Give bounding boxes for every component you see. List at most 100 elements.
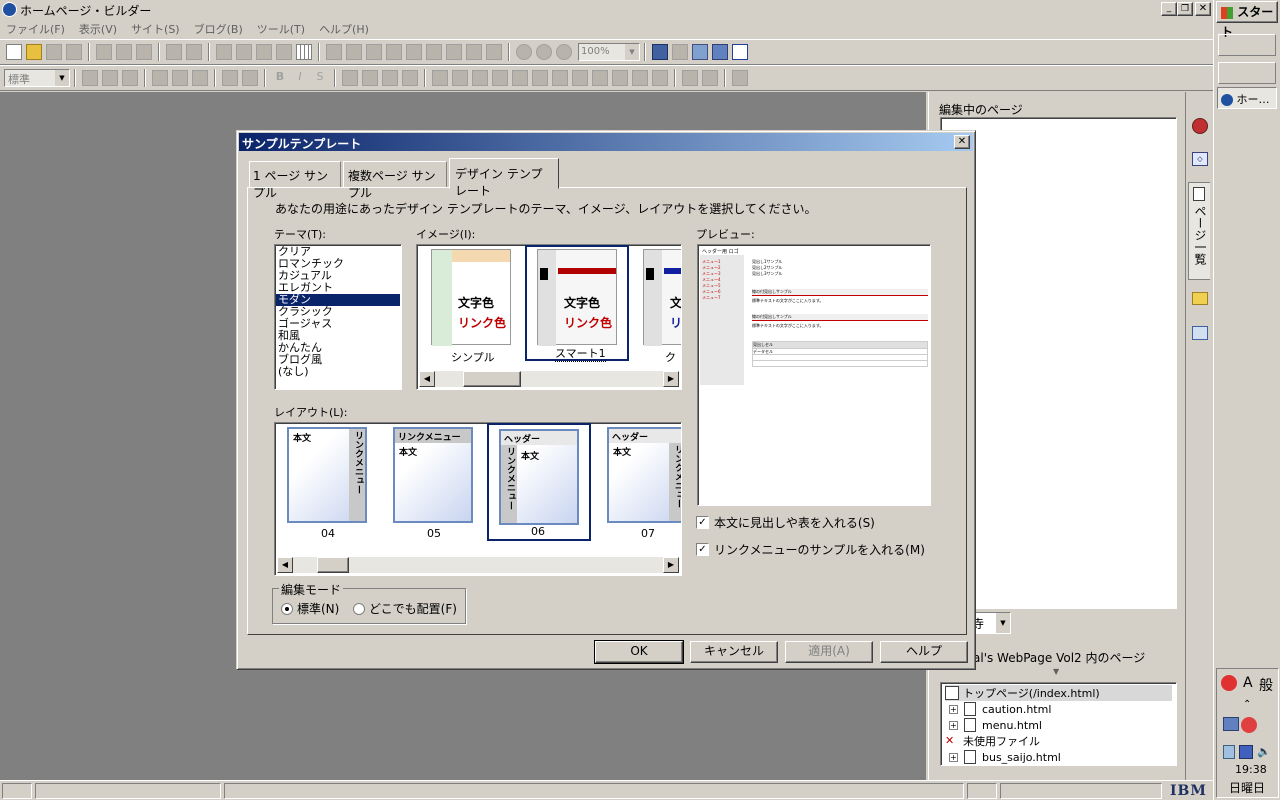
image-item-smart1[interactable]: 文字色 リンク色 スマート1	[525, 245, 629, 362]
layout-item-04[interactable]: 本文 リンクメニュー 04	[285, 427, 375, 541]
menu-file[interactable]: ファイル(F)	[6, 21, 65, 37]
anchor-icon[interactable]	[446, 44, 462, 60]
tree-item[interactable]: + bus_saijo.html	[945, 749, 1172, 765]
anywhere-mode-option[interactable]: どこでも配置(F)	[353, 600, 457, 617]
clipboard-icon[interactable]	[1223, 745, 1235, 759]
table-icon[interactable]	[386, 44, 402, 60]
help-button[interactable]: ヘルプ	[880, 641, 968, 663]
row-insert-icon[interactable]	[612, 70, 628, 86]
layout-item-05[interactable]: リンクメニュー 本文 05	[391, 427, 481, 541]
cell-bottom-icon[interactable]	[572, 70, 588, 86]
cut-icon[interactable]	[96, 44, 112, 60]
collapse-arrow-icon[interactable]: ▼	[1053, 667, 1059, 676]
list-icon[interactable]	[192, 70, 208, 86]
paste-icon[interactable]	[136, 44, 152, 60]
standard-mode-label[interactable]: 標準(N)	[297, 600, 339, 617]
dialog-title-bar[interactable]: サンプルテンプレート ✕	[239, 133, 973, 151]
headings-table-label[interactable]: 本文に見出しや表を入れる(S)	[714, 514, 875, 531]
table-col-icon[interactable]	[452, 70, 468, 86]
col-insert-icon[interactable]	[632, 70, 648, 86]
tab-multi-page-sample[interactable]: 複数ページ サンプル	[343, 161, 447, 200]
browser-icon[interactable]	[712, 44, 728, 60]
open-folder-icon[interactable]	[26, 44, 42, 60]
tree-item[interactable]: + caution.html	[945, 701, 1172, 717]
new-page-icon[interactable]	[6, 44, 22, 60]
table-split-icon[interactable]	[492, 70, 508, 86]
bullet-icon[interactable]	[222, 70, 238, 86]
clock-time[interactable]: 19:38	[1235, 763, 1267, 776]
headings-table-checkbox-row[interactable]: ✓ 本文に見出しや表を入れる(S)	[696, 514, 875, 531]
theme-list[interactable]: クリア ロマンチック カジュアル エレガント モダン クラシック ゴージャス 和…	[274, 244, 402, 390]
link-icon[interactable]	[216, 44, 232, 60]
undo-icon[interactable]	[166, 44, 182, 60]
scroll-left-icon[interactable]: ◀	[419, 371, 435, 387]
site-tree[interactable]: トップページ(/index.html) + caution.html + men…	[940, 682, 1177, 766]
indent-icon[interactable]	[152, 70, 168, 86]
image-icon[interactable]	[236, 44, 252, 60]
minimize-button[interactable]: _	[1161, 2, 1177, 16]
scroll-right-icon[interactable]: ▶	[663, 371, 679, 387]
ime-mode[interactable]: 般	[1259, 675, 1273, 695]
layer-front-icon[interactable]	[682, 70, 698, 86]
link-menu-label[interactable]: リンクメニューのサンプルを入れる(M)	[714, 541, 925, 558]
clock-day[interactable]: 日曜日	[1229, 779, 1265, 796]
menu-tools[interactable]: ツール(T)	[257, 21, 305, 37]
form-icon[interactable]	[406, 44, 422, 60]
insert-icon[interactable]	[256, 44, 272, 60]
italic-icon[interactable]: I	[292, 70, 308, 86]
align-center-icon[interactable]	[102, 70, 118, 86]
tree-item-top[interactable]: トップページ(/index.html)	[945, 685, 1172, 701]
layout-item-06[interactable]: ヘッダー リンクメニュー 本文 06	[487, 423, 591, 541]
link-menu-checkbox[interactable]: ✓	[696, 543, 709, 556]
panel-icon[interactable]	[732, 44, 748, 60]
security-icon[interactable]	[1241, 717, 1257, 733]
align-right-icon[interactable]	[122, 70, 138, 86]
restore-button[interactable]: ❐	[1177, 2, 1193, 16]
edit-icon[interactable]	[326, 44, 342, 60]
menu-blog[interactable]: ブログ(B)	[194, 21, 243, 37]
folder-icon[interactable]	[1192, 292, 1208, 305]
font-smaller-icon[interactable]	[362, 70, 378, 86]
preview-icon[interactable]	[692, 44, 708, 60]
align-left-icon[interactable]	[82, 70, 98, 86]
clear-format-icon[interactable]	[402, 70, 418, 86]
zoom-in-icon[interactable]	[516, 44, 532, 60]
tab-design-template[interactable]: デザイン テンプレート	[449, 158, 559, 198]
theme-option[interactable]: (なし)	[276, 366, 400, 378]
tab-one-page-sample[interactable]: 1 ページ サンプル	[249, 161, 341, 200]
image-gallery-icon[interactable]	[1192, 326, 1208, 340]
layer-back-icon[interactable]	[702, 70, 718, 86]
tray-expand-icon[interactable]: ⌃	[1243, 699, 1251, 710]
source-icon[interactable]	[672, 44, 688, 60]
menu-help[interactable]: ヘルプ(H)	[319, 21, 369, 37]
style-select[interactable]: 標準 ▼	[4, 69, 70, 87]
strike-icon[interactable]: S	[312, 70, 328, 86]
monitor-icon[interactable]	[1239, 745, 1253, 759]
cancel-button[interactable]: キャンセル	[690, 641, 778, 663]
redo-icon[interactable]	[186, 44, 202, 60]
scroll-thumb[interactable]	[317, 557, 349, 573]
bold-icon[interactable]: B	[272, 70, 288, 86]
anywhere-mode-radio[interactable]	[353, 602, 365, 615]
copy-icon[interactable]	[116, 44, 132, 60]
start-button[interactable]: スタート	[1216, 1, 1278, 39]
lock-icon[interactable]	[732, 70, 748, 86]
line-icon[interactable]	[366, 44, 382, 60]
cell-top-icon[interactable]	[552, 70, 568, 86]
dialog-close-button[interactable]: ✕	[954, 135, 970, 149]
cell-props-icon[interactable]	[592, 70, 608, 86]
frame-icon[interactable]	[346, 44, 362, 60]
cell-right-icon[interactable]	[532, 70, 548, 86]
publish-icon[interactable]	[486, 44, 502, 60]
scroll-left-icon[interactable]: ◀	[277, 557, 293, 573]
ime-icon[interactable]	[1221, 675, 1237, 691]
apply-button[interactable]: 適用(A)	[785, 641, 873, 663]
table-merge-icon[interactable]	[472, 70, 488, 86]
grid-icon[interactable]	[296, 44, 312, 60]
zoom-out-icon[interactable]	[536, 44, 552, 60]
tree-item-unused[interactable]: ✕ 未使用ファイル	[945, 733, 1172, 749]
layout-item-07[interactable]: ヘッダー 本文 リンクメニュー 07	[605, 427, 681, 541]
expand-icon[interactable]: +	[949, 720, 958, 730]
number-icon[interactable]	[242, 70, 258, 86]
standard-mode-option[interactable]: 標準(N)	[281, 600, 339, 617]
